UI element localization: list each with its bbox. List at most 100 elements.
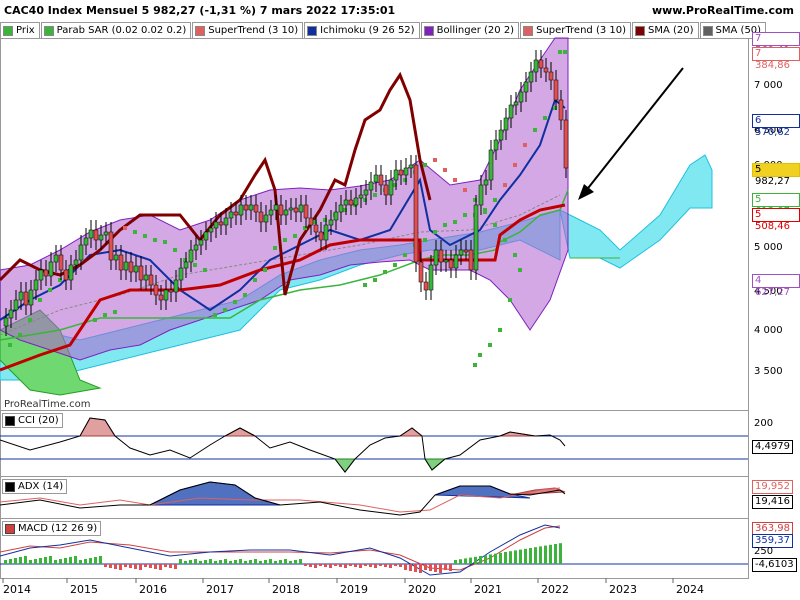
macd-histogram-bar: [299, 559, 302, 564]
macd-histogram-bar: [334, 564, 337, 566]
sar-dot: [518, 268, 522, 272]
macd-histogram-bar: [174, 564, 177, 569]
sar-dot: [498, 328, 502, 332]
macd-histogram-bar: [484, 555, 487, 564]
sar-dot: [453, 178, 457, 182]
sar-dot: [393, 263, 397, 267]
adx-swatch: [5, 481, 15, 492]
candle-body: [463, 249, 469, 253]
sar-dot: [203, 268, 207, 272]
macd-histogram-bar: [29, 560, 32, 564]
sar-dot: [243, 293, 247, 297]
sar-dot: [18, 333, 22, 337]
sar-dot: [163, 240, 167, 244]
candle-body: [258, 211, 264, 223]
macd-histogram-bar: [519, 549, 522, 564]
sar-dot: [403, 253, 407, 257]
time-axis-label: 2023: [609, 583, 637, 596]
sar-dot: [173, 248, 177, 252]
time-axis-label: 2014: [3, 583, 31, 596]
candle-body: [458, 249, 464, 256]
sar-dot: [8, 343, 12, 347]
macd-histogram-bar: [409, 564, 412, 571]
adx-label[interactable]: ADX (14): [2, 479, 68, 494]
adx-value-1: 19,952: [752, 480, 793, 494]
candle-body: [113, 254, 119, 261]
adx-value-2: 19,416: [752, 495, 793, 509]
macd-histogram-bar: [464, 558, 467, 564]
macd-histogram-bar: [159, 564, 162, 570]
candle-body: [273, 204, 279, 211]
macd-histogram-bar: [384, 564, 387, 567]
sar-dot: [563, 50, 567, 54]
sar-dot: [38, 298, 42, 302]
candle-body: [248, 204, 254, 211]
macd-histogram-bar: [344, 564, 347, 568]
macd-histogram-bar: [129, 564, 132, 568]
candle-body: [93, 229, 99, 241]
macd-histogram-bar: [114, 564, 117, 569]
cci-label[interactable]: CCI (20): [2, 413, 63, 428]
candle-body: [173, 279, 179, 293]
candle-body: [28, 289, 34, 306]
macd-histogram-bar: [104, 564, 107, 567]
sar-dot: [213, 313, 217, 317]
sar-dot: [153, 238, 157, 242]
macd-histogram-bar: [454, 560, 457, 564]
sar-dot: [423, 163, 427, 167]
time-axis-label: 2017: [206, 583, 234, 596]
price-tick-label: 7 000: [754, 80, 783, 91]
candle-body: [413, 164, 419, 263]
time-axis-label: 2018: [272, 583, 300, 596]
candle-body: [13, 299, 19, 311]
candle-body: [168, 289, 174, 293]
macd-histogram-bar: [514, 550, 517, 564]
macd-histogram-bar: [504, 552, 507, 564]
macd-histogram-bar: [319, 564, 322, 566]
candle-body: [128, 261, 134, 273]
candle-body: [408, 164, 414, 169]
candle-body: [468, 249, 474, 271]
sar-dot: [503, 183, 507, 187]
candle-body: [348, 199, 354, 206]
sar-dot: [253, 278, 257, 282]
macd-histogram-bar: [419, 564, 422, 573]
candle-body: [78, 244, 84, 261]
candle-body: [563, 119, 569, 169]
macd-panel: [0, 524, 748, 576]
price-chart[interactable]: [0, 0, 800, 600]
candle-body: [243, 204, 249, 211]
time-axis-label: 2016: [139, 583, 167, 596]
sar-dot: [283, 238, 287, 242]
candle-body: [38, 269, 44, 281]
candle-body: [403, 167, 409, 176]
macd-histogram-bar: [534, 547, 537, 564]
candle-body: [198, 239, 204, 246]
macd-histogram-bar: [349, 564, 352, 566]
macd-histogram-bar: [289, 561, 292, 564]
macd-histogram-bar: [214, 561, 217, 564]
candle-body: [278, 204, 284, 216]
macd-histogram-bar: [294, 560, 297, 564]
macd-label[interactable]: MACD (12 26 9): [2, 521, 102, 536]
cci-swatch: [5, 415, 15, 426]
candle-body: [498, 129, 504, 141]
macd-histogram-bar: [49, 556, 52, 564]
candle-body: [293, 207, 299, 213]
macd-value-3: -4,6103: [752, 558, 797, 572]
candle-body: [158, 294, 164, 301]
candle-body: [228, 211, 234, 219]
candle-body: [308, 217, 314, 226]
macd-histogram-bar: [314, 564, 317, 568]
sar-dot: [533, 128, 537, 132]
price-tag: 7 384,86: [752, 47, 800, 71]
macd-histogram-bar: [74, 556, 77, 564]
sar-dot: [463, 188, 467, 192]
candle-body: [418, 261, 424, 283]
candle-body: [353, 197, 359, 206]
candle-body: [118, 254, 124, 271]
candle-body: [368, 181, 374, 191]
candle-body: [213, 221, 219, 229]
candle-body: [98, 234, 104, 241]
macd-histogram-bar: [219, 560, 222, 564]
